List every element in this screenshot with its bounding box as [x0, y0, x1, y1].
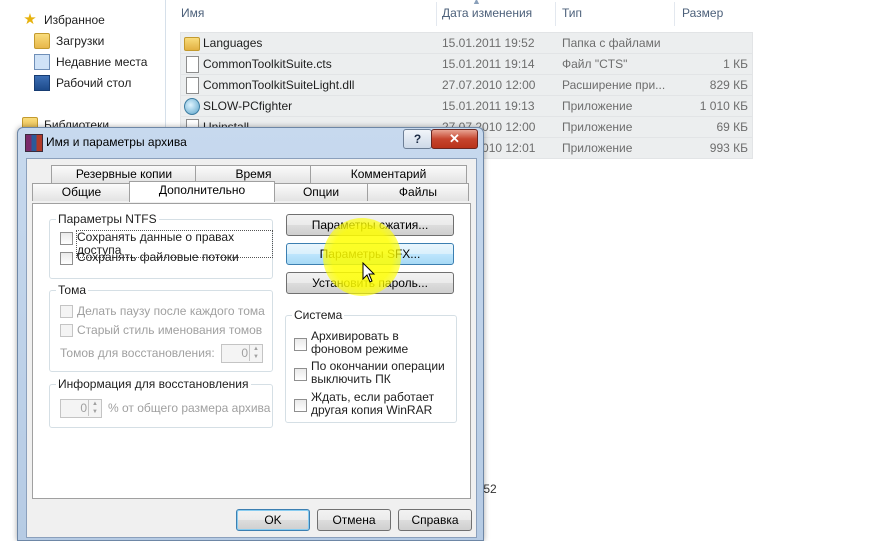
column-name[interactable]: Имя [181, 6, 204, 20]
file-date: 27.07.2010 12:00 [442, 78, 536, 92]
save-streams-checkbox[interactable] [60, 252, 73, 265]
winrar-icon [25, 134, 43, 152]
volumes-group-title: Тома [56, 283, 88, 297]
help-button[interactable]: Справка [398, 509, 472, 531]
star-icon: ★ [23, 11, 37, 28]
nav-item-favorites[interactable]: ★ Избранное [22, 10, 105, 30]
file-size: 1 КБ [723, 57, 748, 71]
column-separator[interactable] [674, 2, 675, 26]
spin-down-icon[interactable]: ▼ [88, 408, 101, 416]
titlebar-help-button[interactable]: ? [403, 129, 432, 149]
file-size: 69 КБ [716, 120, 748, 134]
pause-volumes-label: Делать паузу после каждого тома [77, 304, 265, 318]
file-name: SLOW-PCfighter [203, 99, 293, 113]
wait-other-copy-checkbox[interactable] [294, 399, 307, 412]
save-security-checkbox[interactable] [60, 232, 73, 245]
nav-label: Недавние места [56, 55, 148, 69]
recovery-volumes-spinner[interactable]: 0 ▲ ▼ [221, 344, 263, 363]
column-date[interactable]: Дата изменения [442, 6, 532, 20]
file-size: 1 010 КБ [699, 99, 748, 113]
file-row[interactable]: SLOW-PCfighter 15.01.2011 19:13 Приложен… [180, 95, 753, 117]
file-name: CommonToolkitSuiteLight.dll [203, 78, 355, 92]
file-row[interactable]: CommonToolkitSuiteLight.dll 27.07.2010 1… [180, 74, 753, 96]
file-date: 15.01.2011 19:14 [442, 57, 535, 71]
folder-icon [184, 37, 200, 51]
recovery-volumes-label: Томов для восстановления: [60, 346, 215, 360]
file-type: Папка с файлами [562, 36, 661, 50]
tab-general[interactable]: Общие [32, 183, 131, 201]
close-icon[interactable]: ✕ [431, 129, 478, 149]
file-name: CommonToolkitSuite.cts [203, 57, 332, 71]
nav-label: Избранное [44, 13, 105, 27]
ntfs-group: Параметры NTFS Сохранять данные о правах… [49, 212, 273, 279]
nav-label: Рабочий стол [56, 76, 132, 90]
nav-item-recent-places[interactable]: Недавние места [34, 52, 147, 72]
file-type: Расширение при... [562, 78, 666, 92]
column-size[interactable]: Размер [682, 6, 723, 20]
spin-down-icon[interactable]: ▼ [249, 353, 262, 361]
cursor-highlight [323, 218, 401, 296]
old-style-checkbox[interactable] [60, 324, 73, 337]
column-separator[interactable] [436, 2, 437, 26]
system-group: Система Архивировать в фоновом режиме По… [285, 308, 457, 423]
file-row[interactable]: Languages 15.01.2011 19:52 Папка с файла… [180, 32, 753, 54]
nav-item-desktop[interactable]: Рабочий стол [34, 73, 131, 93]
background-archive-checkbox[interactable] [294, 338, 307, 351]
recovery-group: Информация для восстановления 0 ▲ ▼ % от… [49, 377, 273, 428]
dialog-title: Имя и параметры архива [46, 135, 187, 149]
background-archive-label[interactable]: Архивировать в фоновом режиме [311, 330, 451, 356]
cancel-button[interactable]: Отмена [317, 509, 391, 531]
nav-item-downloads[interactable]: Загрузки [34, 31, 104, 51]
file-type: Приложение [562, 141, 633, 155]
old-style-label: Старый стиль именования томов [77, 323, 263, 337]
desktop-icon [34, 75, 50, 91]
recovery-percent-suffix: % от общего размера архива [108, 401, 271, 415]
recovery-percent-value: 0 [80, 401, 87, 415]
dialog-titlebar[interactable]: Имя и параметры архива ? ✕ [18, 128, 483, 156]
folder-icon [34, 33, 50, 49]
application-icon [184, 98, 200, 115]
file-name: Languages [203, 36, 263, 50]
save-streams-label[interactable]: Сохранять файловые потоки [77, 251, 239, 264]
tab-comment[interactable]: Комментарий [310, 165, 467, 183]
file-row[interactable]: CommonToolkitSuite.cts 15.01.2011 19:14 … [180, 53, 753, 75]
file-type: Приложение [562, 99, 633, 113]
dll-file-icon [186, 77, 199, 94]
column-separator[interactable] [555, 2, 556, 26]
recovery-volumes-value: 0 [241, 346, 248, 360]
file-size: 829 КБ [709, 78, 748, 92]
archive-dialog: Имя и параметры архива ? ✕ Резервные коп… [17, 127, 484, 541]
wait-other-copy-label[interactable]: Ждать, если работает другая копия WinRAR [311, 391, 451, 417]
pause-volumes-checkbox[interactable] [60, 305, 73, 318]
ntfs-group-title: Параметры NTFS [56, 212, 159, 226]
spin-up-icon[interactable]: ▲ [249, 345, 262, 353]
mouse-pointer-icon [362, 262, 376, 283]
file-date: 15.01.2011 19:52 [442, 36, 535, 50]
nav-label: Загрузки [56, 34, 105, 48]
file-type: Файл "CTS" [562, 57, 628, 71]
file-date: 15.01.2011 19:13 [442, 99, 535, 113]
document-icon [186, 56, 199, 73]
ok-button[interactable]: OK [236, 509, 310, 531]
shutdown-pc-checkbox[interactable] [294, 368, 307, 381]
system-group-title: Система [292, 308, 345, 322]
spin-up-icon[interactable]: ▲ [88, 400, 101, 408]
recovery-group-title: Информация для восстановления [56, 377, 251, 391]
tab-advanced[interactable]: Дополнительно [129, 181, 275, 202]
tab-options[interactable]: Опции [273, 183, 369, 201]
volumes-group: Тома Делать паузу после каждого тома Ста… [49, 283, 273, 372]
recovery-percent-spinner[interactable]: 0 ▲ ▼ [60, 399, 102, 418]
file-size: 993 КБ [709, 141, 748, 155]
column-type[interactable]: Тип [562, 6, 582, 20]
shutdown-pc-label[interactable]: По окончании операции выключить ПК [311, 360, 451, 386]
recent-places-icon [34, 54, 50, 70]
dialog-client-area: Резервные копии Время Комментарий Общие … [26, 158, 477, 538]
advanced-tab-panel: Параметры NTFS Сохранять данные о правах… [32, 203, 471, 499]
tab-files[interactable]: Файлы [367, 183, 469, 201]
column-header: ▲ Имя Дата изменения Тип Размер [172, 0, 870, 28]
file-type: Приложение [562, 120, 633, 134]
